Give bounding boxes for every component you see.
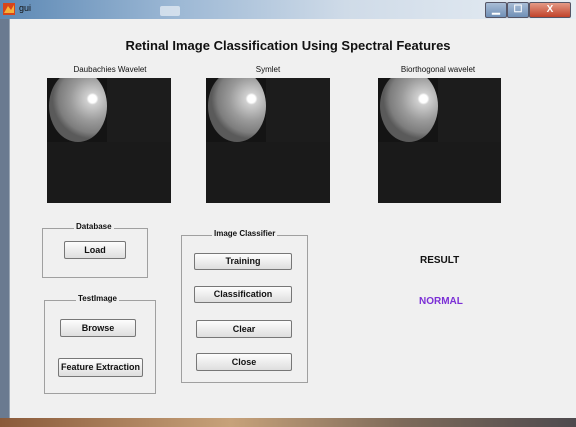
fundus-image [208, 78, 266, 142]
wavelet-detail-quadrant [206, 142, 330, 203]
wavelet-detail-quadrant [378, 142, 501, 203]
image-panel-daubechies [47, 78, 171, 203]
minimize-button[interactable]: ▁ [485, 2, 507, 18]
feature-extraction-button[interactable]: Feature Extraction [58, 358, 143, 377]
training-button[interactable]: Training [194, 253, 292, 270]
testimage-group-title: TestImage [76, 294, 119, 303]
clear-button[interactable]: Clear [196, 320, 292, 338]
classification-button[interactable]: Classification [194, 286, 292, 303]
fundus-image [380, 78, 438, 142]
result-value: NORMAL [419, 296, 463, 307]
image-label-biorthogonal: Biorthogonal wavelet [400, 65, 476, 74]
load-button[interactable]: Load [64, 241, 126, 259]
title-highlight [160, 6, 180, 16]
page-title: Retinal Image Classification Using Spect… [125, 38, 451, 53]
window-title: gui [19, 3, 32, 13]
wavelet-detail-quadrant [266, 78, 330, 142]
image-label-symlet: Symlet [255, 65, 281, 74]
title-bar: gui ▁ ☐ X [0, 0, 576, 19]
image-classifier-group-title: Image Classifier [212, 229, 278, 238]
browse-button[interactable]: Browse [60, 319, 136, 337]
image-panel-symlet [206, 78, 330, 203]
testimage-group [44, 300, 156, 394]
image-panel-biorthogonal [378, 78, 501, 203]
maximize-button[interactable]: ☐ [507, 2, 529, 18]
image-label-daubechies: Daubachies Wavelet [73, 65, 147, 74]
database-group-title: Database [74, 222, 114, 231]
result-label: RESULT [420, 255, 460, 266]
close-window-button[interactable]: X [529, 2, 571, 18]
close-button[interactable]: Close [196, 353, 292, 371]
wavelet-detail-quadrant [438, 78, 501, 142]
wavelet-detail-quadrant [47, 142, 171, 203]
matlab-icon [3, 3, 15, 15]
taskbar-strip [0, 418, 576, 427]
fundus-image [49, 78, 107, 142]
wavelet-detail-quadrant [107, 78, 171, 142]
